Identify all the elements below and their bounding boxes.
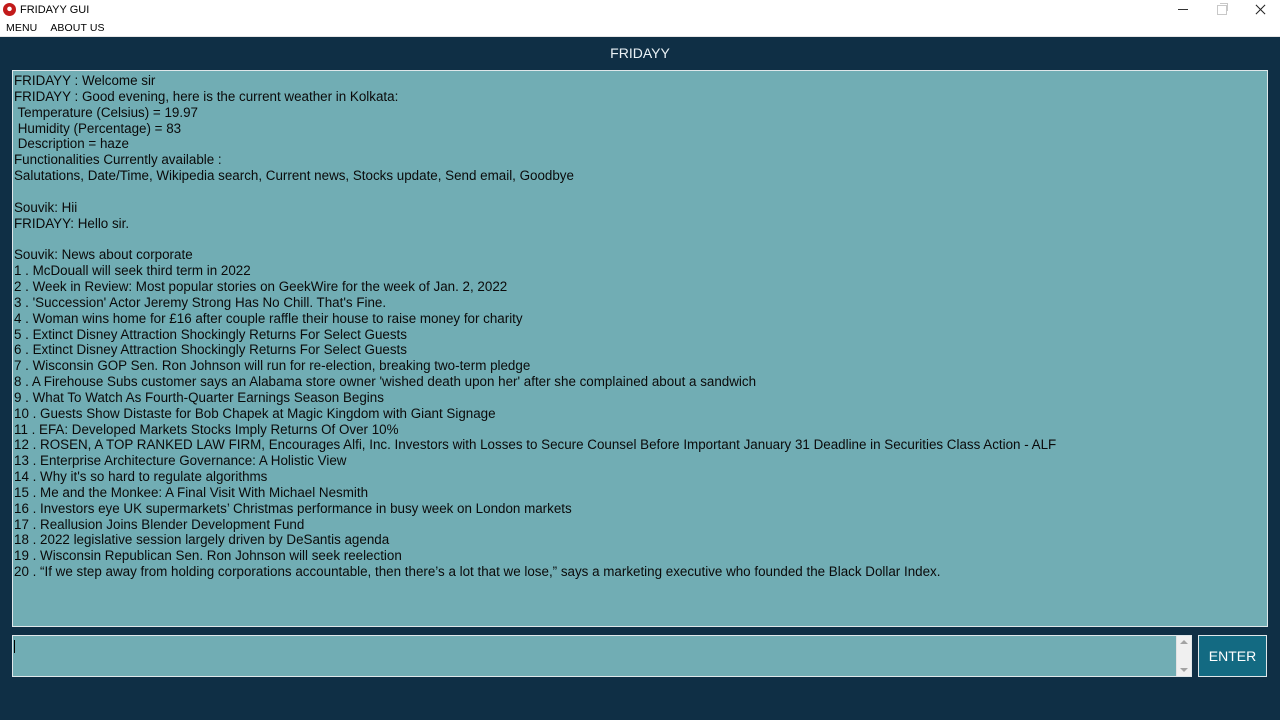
input-scrollbar[interactable] (1176, 636, 1191, 676)
message-input[interactable] (13, 636, 1177, 676)
scroll-up-icon[interactable] (1180, 640, 1188, 644)
news-item: 10 . Guests Show Distaste for Bob Chapek… (14, 405, 496, 421)
news-item: 13 . Enterprise Architecture Governance:… (14, 453, 347, 469)
maximize-button[interactable] (1202, 0, 1241, 19)
news-item: 12 . ROSEN, A TOP RANKED LAW FIRM, Encou… (14, 437, 1057, 453)
title-bar: FRIDAYY GUI (0, 0, 1280, 19)
minimize-icon (1177, 9, 1188, 10)
app-logo-icon (3, 3, 16, 16)
chat-line: Temperature (Celsius) = 19.97 (14, 104, 198, 120)
news-item: 19 . Wisconsin Republican Sen. Ron Johns… (14, 548, 402, 564)
text-caret (14, 640, 15, 653)
chat-line: Description = haze (14, 136, 129, 152)
close-icon (1255, 4, 1266, 15)
news-item: 6 . Extinct Disney Attraction Shockingly… (14, 342, 407, 358)
news-item: 14 . Why it's so hard to regulate algori… (14, 469, 268, 485)
minimize-button[interactable] (1163, 0, 1202, 19)
chat-line: Souvik: News about corporate (14, 247, 193, 263)
chat-line: Functionalities Currently available : (14, 152, 222, 168)
message-input-area (12, 635, 1192, 677)
chat-line: Souvik: Hii (14, 199, 78, 215)
news-item: 15 . Me and the Monkee: A Final Visit Wi… (14, 484, 369, 500)
news-item: 3 . 'Succession' Actor Jeremy Strong Has… (14, 294, 387, 310)
app-heading: FRIDAYY (610, 45, 670, 61)
chat-log[interactable]: FRIDAYY : Welcome sir FRIDAYY : Good eve… (12, 70, 1268, 627)
news-item: 9 . What To Watch As Fourth-Quarter Earn… (14, 389, 384, 405)
chat-line: FRIDAYY: Hello sir. (14, 215, 130, 231)
window-title: FRIDAYY GUI (20, 3, 90, 16)
menu-item-about-us[interactable]: ABOUT US (44, 22, 111, 34)
news-item: 2 . Week in Review: Most popular stories… (14, 278, 508, 294)
chat-line: FRIDAYY : Good evening, here is the curr… (14, 88, 399, 104)
enter-button[interactable]: ENTER (1198, 635, 1267, 677)
news-item: 4 . Woman wins home for £16 after couple… (14, 310, 523, 326)
chat-line: Salutations, Date/Time, Wikipedia search… (14, 168, 574, 184)
news-item: 18 . 2022 legislative session largely dr… (14, 532, 390, 548)
maximize-icon (1216, 2, 1228, 15)
chat-line: Humidity (Percentage) = 83 (14, 120, 182, 136)
chat-line (14, 184, 1267, 200)
chat-line: FRIDAYY : Welcome sir (14, 73, 156, 88)
news-item: 5 . Extinct Disney Attraction Shockingly… (14, 326, 407, 342)
news-item: 7 . Wisconsin GOP Sen. Ron Johnson will … (14, 358, 531, 374)
news-item: 17 . Reallusion Joins Blender Developmen… (14, 516, 305, 532)
news-item: 20 . “If we step away from holding corpo… (14, 564, 941, 580)
close-button[interactable] (1241, 0, 1280, 19)
window-controls (1163, 0, 1280, 19)
menu-item-menu[interactable]: MENU (0, 22, 44, 34)
chat-line (14, 231, 1267, 247)
news-item: 16 . Investors eye UK supermarkets’ Chri… (14, 500, 572, 516)
news-item: 11 . EFA: Developed Markets Stocks Imply… (14, 421, 399, 437)
main-window: FRIDAYY FRIDAYY : Welcome sir FRIDAYY : … (0, 37, 1280, 720)
news-item: 1 . McDouall will seek third term in 202… (14, 263, 251, 279)
scroll-down-icon[interactable] (1180, 668, 1188, 672)
menu-bar: MENU ABOUT US (0, 19, 1280, 37)
news-item: 8 . A Firehouse Subs customer says an Al… (14, 374, 757, 390)
